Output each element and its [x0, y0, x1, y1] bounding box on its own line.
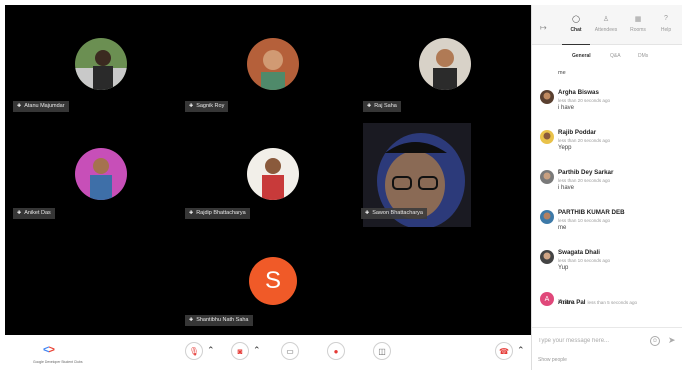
sender-avatar	[540, 210, 554, 224]
record-icon: ●	[333, 346, 339, 356]
pin-icon: ✚	[189, 317, 194, 323]
participant-name-tag: ✚ Aniket Das	[13, 208, 55, 219]
send-icon[interactable]: ➤	[668, 335, 676, 346]
participant-avatar	[247, 148, 299, 200]
mute-mic-button[interactable]: 🎙︎	[185, 342, 203, 360]
mic-options-caret-icon[interactable]: ⌃	[207, 345, 215, 356]
participant-name-tag: ✚ Shantibhu Nath Saha	[185, 315, 253, 326]
message-text: Yup	[558, 265, 569, 271]
participant-name-tag: ✚ Sagnik Roy	[185, 101, 229, 112]
call-toolbar: <> Google Developer Student Clubs 🎙︎ ⌃ ◙…	[5, 335, 531, 370]
gdsc-logo-mark: <>	[43, 344, 55, 356]
present-button[interactable]: ◫	[373, 342, 391, 360]
show-people-link[interactable]: Show people	[538, 357, 567, 363]
participant-name-tag: ✚ Sawon Bhattacharya	[361, 208, 427, 219]
collapse-panel-icon[interactable]: ↦	[540, 23, 547, 32]
participant-name-tag: ✚ Raj Saha	[363, 101, 401, 112]
subtab-general[interactable]: General	[572, 53, 591, 59]
sender-name: Parthib Dey Sarkar	[558, 169, 614, 176]
chat-bubble-icon: ◯	[572, 16, 580, 23]
phone-hangup-icon: ☎	[499, 346, 509, 356]
tab-help[interactable]: ? Help	[652, 15, 680, 33]
chat-composer: ☺ ➤	[532, 327, 682, 353]
sender-avatar	[540, 90, 554, 104]
message-text: i have	[558, 300, 575, 306]
leave-options-caret-icon[interactable]: ⌃	[517, 345, 525, 356]
subtab-dms[interactable]: DMs	[638, 53, 648, 59]
people-icon: ♙	[602, 16, 610, 23]
pin-icon: ✚	[17, 210, 22, 216]
meeting-app: ✚ Atanu Majumdar ✚ Sagnik Roy ✚ Raj Saha ✚ A…	[0, 0, 686, 375]
video-stage: ✚ Atanu Majumdar ✚ Sagnik Roy ✚ Raj Saha ✚ A…	[5, 5, 531, 335]
chat-message: PARTHIB KUMAR DEB less than 10 seconds a…	[538, 207, 678, 243]
sender-name: Argha Biswas	[558, 89, 599, 96]
tab-attendees[interactable]: ♙ Attendees	[592, 15, 620, 33]
message-time: less than 20 seconds ago	[558, 178, 611, 183]
sender-avatar	[540, 170, 554, 184]
message-text: Yepp	[558, 145, 572, 151]
sender-avatar	[540, 130, 554, 144]
monitor-icon: ▭	[286, 346, 294, 356]
chat-message-input[interactable]	[538, 334, 638, 348]
help-icon: ?	[664, 15, 668, 22]
message-time: less than 20 seconds ago	[558, 138, 611, 143]
pin-icon: ✚	[365, 210, 370, 216]
pin-icon: ✚	[189, 103, 194, 109]
subtab-qa[interactable]: Q&A	[610, 53, 621, 59]
emoji-icon[interactable]: ☺	[650, 336, 660, 346]
chat-message-list: me Argha Biswas less than 20 seconds ago…	[532, 67, 682, 317]
sender-name: Rajib Poddar	[558, 129, 597, 136]
message-time: less than 10 seconds ago	[558, 218, 611, 223]
chat-subtabs: General Q&A DMs	[532, 50, 682, 64]
camera-off-icon: ◙	[237, 346, 243, 356]
participant-avatar	[75, 38, 127, 90]
logo-caption: Google Developer Student Clubs	[33, 360, 83, 364]
record-button[interactable]: ●	[327, 342, 345, 360]
leave-call-button[interactable]: ☎	[495, 342, 513, 360]
sender-initial-avatar: A	[540, 292, 554, 306]
participant-initial-avatar: S	[249, 257, 297, 305]
message-text: i have	[558, 185, 575, 191]
participant-name-tag: ✚ Atanu Majumdar	[13, 101, 69, 112]
panel-tabs: ↦ ◯ Chat ♙ Attendees ▦ Rooms ? Help	[532, 5, 682, 45]
pin-icon: ✚	[17, 103, 22, 109]
chat-message: A Aritra Pal less than 5 seconds ago i ha…	[538, 289, 678, 325]
side-panel: ↦ ◯ Chat ♙ Attendees ▦ Rooms ? Help Gene…	[531, 5, 682, 370]
sender-name: PARTHIB KUMAR DEB	[558, 209, 625, 216]
chat-message: Argha Biswas less than 20 seconds ago i …	[538, 87, 678, 123]
participant-name-tag: ✚ Rajdip Bhattacharya	[185, 208, 250, 219]
chat-message-text: me	[558, 70, 566, 76]
message-time: less than 20 seconds ago	[558, 98, 611, 103]
pin-icon: ✚	[367, 103, 372, 109]
tab-rooms[interactable]: ▦ Rooms	[624, 15, 652, 33]
chat-message: Rajib Poddar less than 20 seconds ago Ye…	[538, 127, 678, 163]
chat-message: Swagata Dhali less than 10 seconds ago Y…	[538, 247, 678, 283]
message-text: me	[558, 225, 567, 231]
pin-icon: ✚	[189, 210, 194, 216]
sender-avatar	[540, 250, 554, 264]
message-text: i have	[558, 105, 575, 111]
toggle-camera-button[interactable]: ◙	[231, 342, 249, 360]
chat-message: Parthib Dey Sarkar less than 20 seconds …	[538, 167, 678, 203]
screen-share-button[interactable]: ▭	[281, 342, 299, 360]
message-time: less than 5 seconds ago	[587, 300, 638, 305]
message-time: less than 10 seconds ago	[558, 258, 611, 263]
gdsc-logo: <> Google Developer Student Clubs	[33, 341, 83, 367]
sender-name: Swagata Dhali	[558, 249, 600, 256]
camera-options-caret-icon[interactable]: ⌃	[253, 345, 261, 356]
tab-chat[interactable]: ◯ Chat	[562, 15, 590, 45]
present-icon: ◫	[378, 346, 386, 356]
participant-avatar	[419, 38, 471, 90]
grid-icon: ▦	[634, 16, 642, 23]
participant-avatar	[75, 148, 127, 200]
mic-off-icon: 🎙︎	[188, 346, 200, 356]
participant-avatar	[247, 38, 299, 90]
